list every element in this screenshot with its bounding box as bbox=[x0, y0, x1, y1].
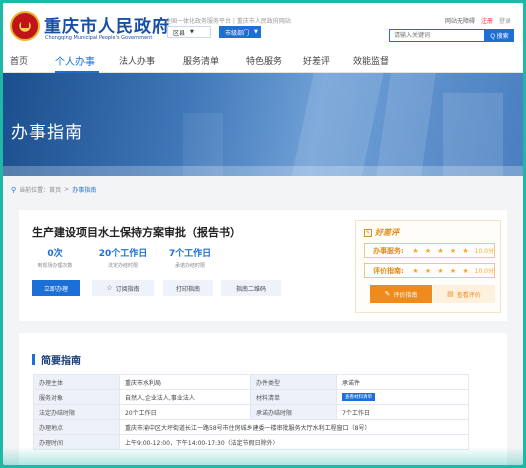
breadcrumb-current[interactable]: 办事指南 bbox=[72, 185, 96, 194]
rating-stars: ★ ★ ★ ★ ★ bbox=[412, 246, 471, 255]
service-title: 生产建设项目水土保持方案审批（报告书） bbox=[32, 226, 241, 239]
site-slogan: 全国一体化政务服务平台 | 重庆市人民政府网站 bbox=[165, 18, 291, 25]
banner-building-shape bbox=[290, 73, 386, 176]
breadcrumb-separator: > bbox=[64, 186, 70, 193]
rating-row-label: 评价指南: bbox=[373, 266, 404, 275]
table-value: 自然人,企业法人,事业法人 bbox=[119, 389, 251, 405]
top-links: 网站无障碍 注册 登录 bbox=[445, 16, 511, 25]
print-guide-button[interactable]: 打印指南 bbox=[163, 280, 213, 296]
banner-building-shape bbox=[443, 93, 503, 176]
table-value: 7个工作日 bbox=[336, 404, 469, 420]
rating-row-service: 办事服务: ★ ★ ★ ★ ★ 10.0分 bbox=[364, 243, 495, 258]
stat-value: 0次 bbox=[47, 249, 63, 259]
nav-item-rating[interactable]: 好差评 bbox=[303, 54, 330, 67]
banner-building-shape bbox=[375, 73, 436, 176]
department-select-label: 市级部门 bbox=[225, 29, 250, 37]
nav-item-personal[interactable]: 个人办事 bbox=[55, 53, 95, 68]
stat-label: 法定办结时限 bbox=[107, 263, 138, 269]
table-row: 办理主体 重庆市水利局 办件类型 承诺件 bbox=[33, 374, 469, 390]
stat-visits: 0次 到现场办理次数 bbox=[31, 246, 79, 269]
banner-title: 办事指南 bbox=[11, 123, 83, 143]
location-pin-icon: ⚲ bbox=[11, 185, 17, 194]
district-select[interactable]: 区县 ▼ bbox=[167, 26, 211, 38]
nav-item-home[interactable]: 首页 bbox=[10, 54, 28, 67]
site-header: 重庆市人民政府 Chongqing Municipal People's Gov… bbox=[3, 3, 523, 47]
rating-stars: ★ ★ ★ ★ ★ bbox=[412, 266, 471, 275]
nav-item-featured[interactable]: 特色服务 bbox=[246, 54, 282, 67]
table-row: 法定办结时限 20个工作日 承诺办结时限 7个工作日 bbox=[33, 404, 469, 420]
table-value: 重庆市渝中区大坪街道长江一路58号市住房城乡建委一楼审批服务大厅水利工程窗口（8… bbox=[119, 419, 469, 435]
accessibility-link[interactable]: 网站无障碍 bbox=[445, 18, 475, 25]
site-name[interactable]: 重庆市人民政府 bbox=[44, 12, 170, 37]
rating-row-guide: 评价指南: ★ ★ ★ ★ ★ 10.0分 bbox=[364, 263, 495, 278]
rating-header: ✎ 好差评 bbox=[364, 227, 399, 238]
brief-guide-section: 简要指南 办理主体 重庆市水利局 办件类型 承诺件 服务对象 自然人,企业法人,… bbox=[19, 333, 507, 465]
view-evaluations-label: 查看评价 bbox=[456, 292, 481, 299]
chevron-down-icon: ▼ bbox=[254, 29, 258, 35]
chevron-down-icon: ▼ bbox=[190, 29, 194, 35]
rating-score: 10.0分 bbox=[474, 268, 494, 275]
stat-value: 7个工作日 bbox=[168, 249, 212, 259]
stat-legal-deadline: 20个工作日 法定办结时限 bbox=[93, 246, 153, 269]
breadcrumb: ⚲ 当前位置： 首页 > 办事指南 bbox=[11, 185, 96, 195]
nav-item-legal-person[interactable]: 法人办事 bbox=[119, 54, 155, 67]
evaluate-guide-label: 评价指南 bbox=[393, 292, 418, 299]
register-link[interactable]: 注册 bbox=[481, 18, 493, 25]
nav-item-service-list[interactable]: 服务清单 bbox=[183, 54, 219, 67]
department-select[interactable]: 市级部门 ▼ bbox=[219, 26, 261, 38]
login-link[interactable]: 登录 bbox=[499, 18, 511, 25]
search-button[interactable]: Q 搜索 bbox=[485, 29, 514, 42]
service-card: 生产建设项目水土保持方案审批（报告书） 0次 到现场办理次数 20个工作日 法定… bbox=[19, 210, 507, 321]
banner: 办事指南 bbox=[3, 73, 523, 176]
breadcrumb-prefix: 当前位置： bbox=[19, 187, 50, 194]
site-name-en: Chongqing Municipal People's Government bbox=[45, 35, 153, 41]
table-key: 办理主体 bbox=[33, 374, 120, 390]
stat-promised-deadline: 7个工作日 承诺办结时限 bbox=[162, 246, 218, 269]
star-outline-icon: ☆ bbox=[106, 285, 113, 292]
subscribe-guide-label: 订阅指南 bbox=[115, 286, 140, 293]
brief-guide-title: 简要指南 bbox=[32, 352, 81, 367]
banner-wave bbox=[3, 166, 523, 176]
stat-value: 20个工作日 bbox=[98, 249, 148, 259]
table-key: 法定办结时限 bbox=[33, 404, 120, 420]
table-key: 办理地点 bbox=[33, 419, 120, 435]
browser-frame: 重庆市人民政府 Chongqing Municipal People's Gov… bbox=[3, 3, 523, 465]
table-row: 办理地点 重庆市渝中区大坪街道长江一路58号市住房城乡建委一楼审批服务大厅水利工… bbox=[33, 419, 469, 435]
guide-qrcode-button[interactable]: 指南二维码 bbox=[221, 280, 281, 296]
table-key: 办件类型 bbox=[250, 374, 337, 390]
nav-item-supervision[interactable]: 效能监督 bbox=[353, 54, 389, 67]
rating-header-label: 好差评 bbox=[375, 228, 399, 237]
table-value: 重庆市水利局 bbox=[119, 374, 251, 390]
brief-guide-table: 办理主体 重庆市水利局 办件类型 承诺件 服务对象 自然人,企业法人,事业法人 … bbox=[33, 374, 469, 450]
table-key: 服务对象 bbox=[33, 389, 120, 405]
table-row: 服务对象 自然人,企业法人,事业法人 材料清单 查看材料清单 bbox=[33, 389, 469, 405]
rating-panel: ✎ 好差评 办事服务: ★ ★ ★ ★ ★ 10.0分 评价指南: ★ ★ ★ ★… bbox=[355, 220, 501, 313]
view-evaluations-button[interactable]: ▤ 查看评价 bbox=[433, 285, 495, 303]
table-key: 材料清单 bbox=[250, 389, 337, 405]
district-select-label: 区县 bbox=[173, 29, 186, 37]
edit-icon: ✎ bbox=[384, 291, 391, 298]
rating-score: 10.0分 bbox=[474, 248, 494, 255]
apply-now-button[interactable]: 立即办理 bbox=[32, 280, 80, 296]
table-value: 查看材料清单 bbox=[336, 389, 469, 405]
search-input[interactable] bbox=[389, 29, 485, 42]
table-value: 承诺件 bbox=[336, 374, 469, 390]
breadcrumb-home[interactable]: 首页 bbox=[49, 185, 61, 194]
rating-badge-icon: ✎ bbox=[364, 228, 372, 237]
view-materials-button[interactable]: 查看材料清单 bbox=[342, 393, 375, 401]
bottom-fade bbox=[3, 447, 523, 465]
stat-label: 到现场办理次数 bbox=[37, 263, 73, 269]
evaluate-guide-button[interactable]: ✎ 评价指南 bbox=[370, 285, 432, 303]
view-list-icon: ▤ bbox=[447, 291, 454, 298]
table-value: 20个工作日 bbox=[119, 404, 251, 420]
rating-row-label: 办事服务: bbox=[373, 246, 404, 255]
stat-label: 承诺办结时限 bbox=[174, 263, 205, 269]
main-nav: 首页 个人办事 法人办事 服务清单 特色服务 好差评 效能监督 bbox=[3, 47, 523, 73]
national-emblem-icon bbox=[10, 11, 40, 41]
table-key: 承诺办结时限 bbox=[250, 404, 337, 420]
subscribe-guide-button[interactable]: ☆ 订阅指南 bbox=[92, 280, 154, 296]
